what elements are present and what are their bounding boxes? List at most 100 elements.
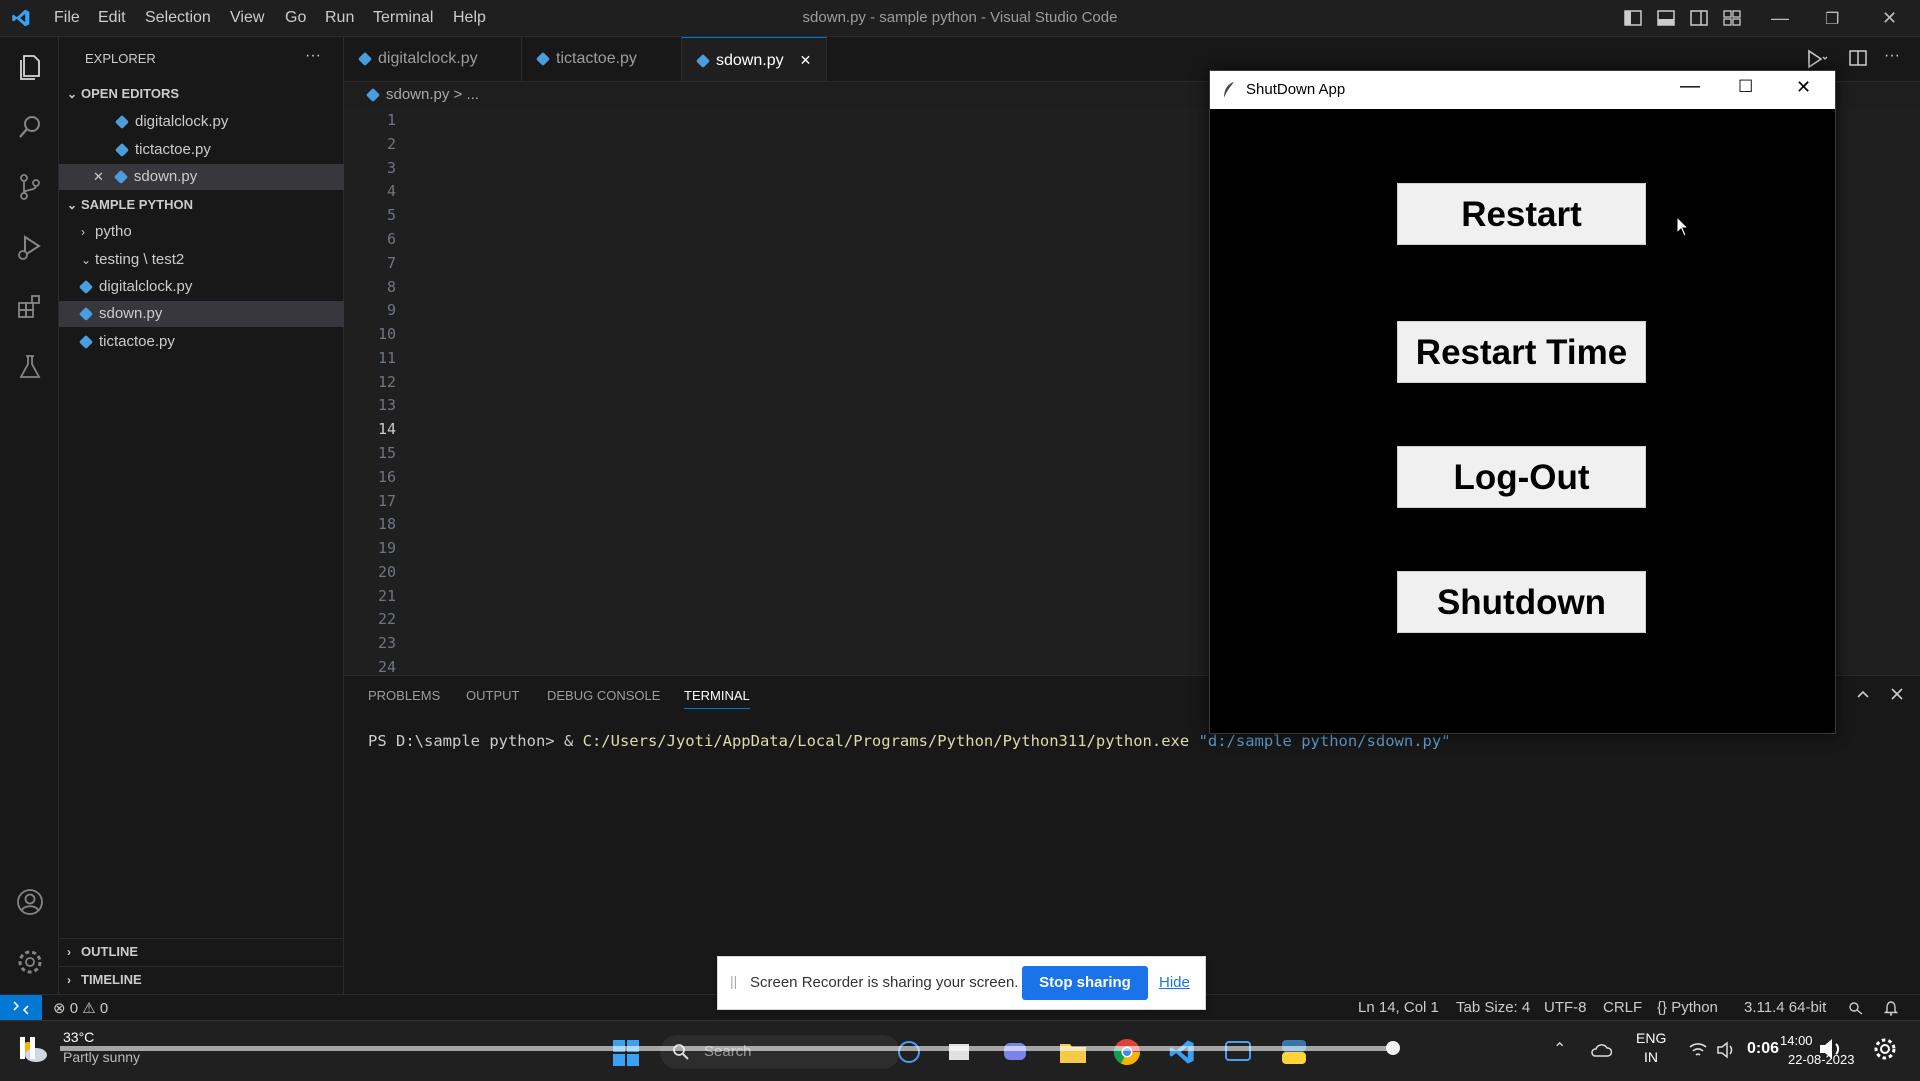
tab-debug-console[interactable]: DEBUG CONSOLE — [547, 688, 660, 703]
minimize-icon[interactable]: — — [1771, 8, 1789, 29]
tk-maximize-icon[interactable]: ☐ — [1738, 77, 1753, 97]
input-language[interactable]: ENG — [1636, 1030, 1666, 1046]
language-mode[interactable]: {} Python — [1657, 999, 1718, 1016]
more-actions-icon[interactable]: ··· — [305, 47, 321, 65]
tab-size[interactable]: Tab Size: 4 — [1456, 999, 1530, 1016]
python-app-icon[interactable] — [1280, 1038, 1308, 1066]
menu-view[interactable]: View — [230, 9, 264, 27]
folder-item[interactable]: › pytho — [59, 219, 365, 245]
windows-start-icon[interactable] — [612, 1039, 640, 1067]
line-number: 5 — [386, 206, 396, 224]
wifi-icon[interactable] — [1688, 1041, 1708, 1059]
line-number: 1 — [386, 111, 396, 129]
tab-sdown[interactable]: sdown.py ✕ — [682, 37, 827, 81]
file-item-active[interactable]: sdown.py — [59, 301, 365, 327]
clock-time[interactable]: 14:00 — [1780, 1033, 1813, 1048]
input-region[interactable]: IN — [1644, 1049, 1658, 1065]
account-icon[interactable] — [15, 887, 45, 917]
notifications-bell-icon[interactable] — [1884, 1000, 1898, 1016]
open-editor-item-active[interactable]: ✕ sdown.py — [59, 164, 377, 190]
taskbar-search[interactable]: Search — [660, 1035, 900, 1069]
folder-label: testing \ test2 — [95, 251, 185, 268]
chrome-icon[interactable] — [1113, 1038, 1141, 1066]
timeline-section[interactable]: › TIMELINE — [59, 966, 351, 993]
outline-section[interactable]: › OUTLINE — [59, 938, 351, 965]
folder-item[interactable]: ⌄ testing \ test2 — [59, 247, 365, 273]
toggle-secondary-sidebar-icon[interactable] — [1690, 10, 1708, 26]
testing-flask-icon[interactable] — [15, 352, 45, 382]
video-progress-knob[interactable] — [1386, 1041, 1400, 1055]
menu-run[interactable]: Run — [325, 9, 354, 27]
bing-chat-icon[interactable] — [896, 1039, 922, 1065]
tab-digitalclock[interactable]: digitalclock.py — [344, 37, 522, 81]
video-volume-icon[interactable] — [1818, 1037, 1844, 1061]
tk-close-icon[interactable]: ✕ — [1796, 77, 1811, 98]
onedrive-cloud-icon[interactable] — [1590, 1041, 1612, 1059]
breadcrumb[interactable]: sdown.py > ... — [344, 82, 479, 108]
errors-count[interactable]: ⊗ 0 ⚠ 0 — [53, 999, 108, 1017]
volume-icon[interactable] — [1716, 1041, 1736, 1059]
source-control-icon[interactable] — [15, 172, 45, 202]
log-out-button[interactable]: Log-Out — [1397, 446, 1646, 508]
file-explorer-icon[interactable] — [1059, 1039, 1087, 1065]
menu-edit[interactable]: Edit — [98, 9, 126, 27]
terminal-output[interactable]: PS D:\sample python> & C:/Users/Jyoti/Ap… — [368, 732, 1451, 750]
editor-more-actions-icon[interactable]: ··· — [1884, 47, 1900, 65]
customize-layout-icon[interactable] — [1723, 10, 1741, 26]
close-window-icon[interactable]: ✕ — [1882, 8, 1897, 29]
run-debug-icon[interactable] — [15, 232, 45, 262]
end-of-line[interactable]: CRLF — [1603, 999, 1642, 1016]
video-settings-gear-icon[interactable] — [1872, 1036, 1898, 1062]
temperature: 33°C — [63, 1029, 95, 1045]
remote-indicator[interactable] — [0, 995, 42, 1021]
task-view-icon[interactable] — [946, 1039, 972, 1065]
extensions-icon[interactable] — [15, 292, 45, 322]
close-icon[interactable]: ✕ — [93, 169, 104, 184]
python-interpreter[interactable]: 3.11.4 64-bit — [1744, 999, 1826, 1016]
menu-file[interactable]: File — [54, 9, 80, 27]
restart-button[interactable]: Restart — [1397, 183, 1646, 245]
share-message: Screen Recorder is sharing your screen. — [750, 974, 1019, 991]
close-tab-icon[interactable]: ✕ — [800, 52, 812, 68]
toggle-panel-icon[interactable] — [1657, 10, 1675, 26]
search-icon[interactable] — [15, 112, 45, 142]
explorer-icon[interactable] — [15, 52, 45, 82]
split-editor-icon[interactable] — [1849, 50, 1867, 66]
tab-problems[interactable]: PROBLEMS — [368, 688, 440, 703]
stop-sharing-button[interactable]: Stop sharing — [1022, 966, 1148, 1000]
toggle-sidebar-icon[interactable] — [1624, 10, 1642, 26]
maximize-panel-icon[interactable] — [1856, 688, 1870, 700]
menu-terminal[interactable]: Terminal — [373, 9, 433, 27]
show-hidden-icons-icon[interactable]: ⌃ — [1553, 1039, 1566, 1059]
folder-section[interactable]: ⌄ SAMPLE PYTHON — [59, 192, 351, 218]
teams-chat-icon[interactable] — [1002, 1039, 1028, 1065]
menu-selection[interactable]: Selection — [145, 9, 211, 27]
hide-link[interactable]: Hide — [1159, 974, 1190, 991]
warnings-value: 0 — [99, 1000, 109, 1017]
tab-output[interactable]: OUTPUT — [466, 688, 519, 703]
file-item[interactable]: digitalclock.py — [59, 274, 365, 300]
feedback-icon[interactable] — [1848, 1001, 1864, 1015]
screen-recorder-icon[interactable] — [1224, 1039, 1252, 1065]
video-progress-bar[interactable] — [60, 1046, 1393, 1051]
line-number: 9 — [386, 301, 396, 319]
tk-minimize-icon[interactable]: — — [1680, 75, 1700, 98]
menu-go[interactable]: Go — [285, 9, 306, 27]
file-item[interactable]: tictactoe.py — [59, 329, 365, 355]
shutdown-app-titlebar[interactable]: ShutDown App — ☐ ✕ — [1210, 71, 1835, 109]
maximize-icon[interactable]: ❐ — [1825, 9, 1839, 29]
vscode-taskbar-icon[interactable] — [1168, 1038, 1196, 1066]
tab-terminal[interactable]: TERMINAL — [684, 688, 750, 709]
menu-help[interactable]: Help — [453, 9, 486, 27]
run-python-file-icon[interactable] — [1806, 49, 1828, 69]
restart-time-button[interactable]: Restart Time — [1397, 321, 1646, 383]
open-editors-section[interactable]: ⌄ OPEN EDITORS — [59, 81, 351, 107]
tab-tictactoe[interactable]: tictactoe.py — [522, 37, 682, 81]
close-panel-icon[interactable] — [1891, 688, 1903, 700]
pause-icon[interactable] — [18, 1037, 38, 1061]
settings-gear-icon[interactable] — [15, 947, 45, 977]
drag-handle-icon[interactable]: || — [730, 973, 737, 989]
cursor-position[interactable]: Ln 14, Col 1 — [1358, 999, 1439, 1016]
encoding[interactable]: UTF-8 — [1544, 999, 1587, 1016]
shutdown-button[interactable]: Shutdown — [1397, 571, 1646, 633]
